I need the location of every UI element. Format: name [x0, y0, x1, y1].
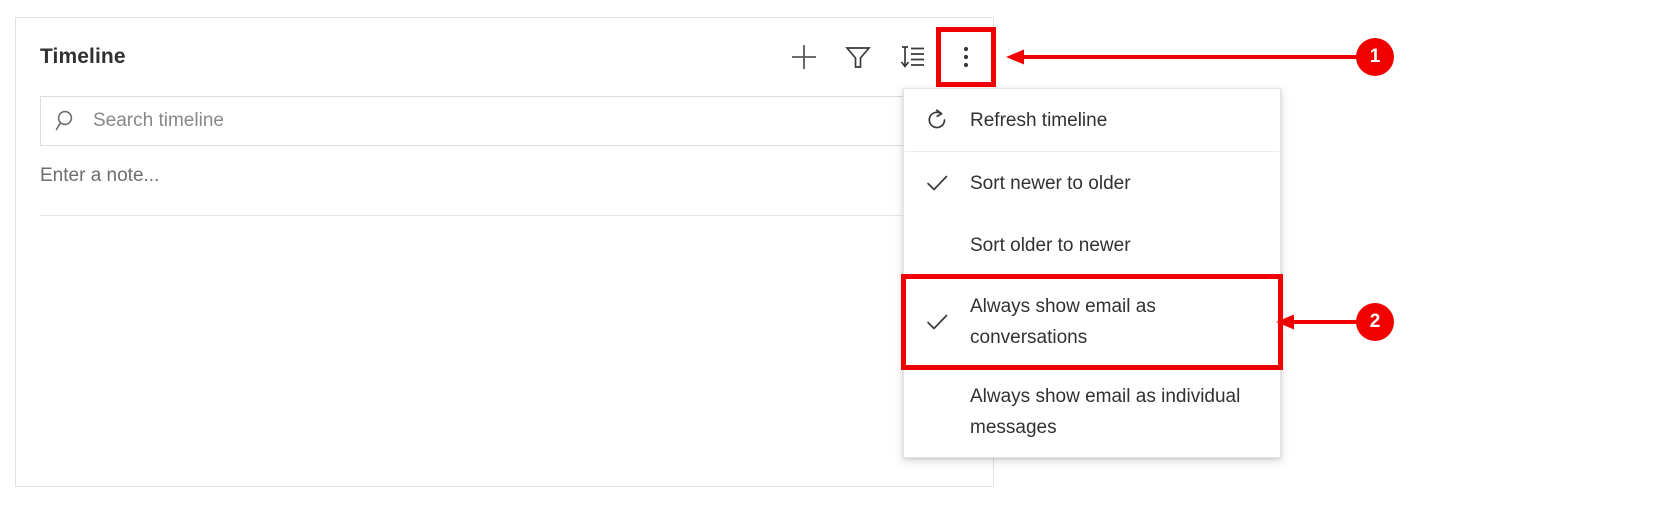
- more-options-button[interactable]: [936, 26, 996, 87]
- timeline-header: Timeline: [16, 18, 996, 95]
- enter-note-row[interactable]: Enter a note...: [40, 163, 955, 216]
- refresh-icon: [904, 89, 970, 151]
- search-icon: [41, 108, 93, 134]
- sort-button[interactable]: [885, 30, 939, 84]
- add-icon: [788, 41, 820, 73]
- more-options-icon: [954, 42, 978, 72]
- menu-item-label: Refresh timeline: [970, 109, 1108, 131]
- menu-item-always-show-email-as-conversations[interactable]: Always show email as conversations: [901, 274, 1283, 370]
- check-icon: [904, 277, 970, 367]
- menu-item-sort-newer-to-older[interactable]: Sort newer to older: [904, 152, 1280, 214]
- menu-item-label: Sort newer to older: [970, 172, 1131, 194]
- search-input[interactable]: [93, 97, 954, 145]
- filter-icon: [843, 42, 873, 72]
- search-timeline-box[interactable]: [40, 96, 955, 146]
- filter-button[interactable]: [831, 30, 885, 84]
- menu-item-refresh-timeline[interactable]: Refresh timeline: [904, 89, 1280, 151]
- more-options-menu: Refresh timeline Sort newer to older Sor…: [901, 88, 1283, 458]
- page-title: Timeline: [40, 44, 126, 68]
- menu-item-no-icon: [904, 214, 970, 276]
- menu-item-label: Always show email as individual messages: [970, 386, 1241, 438]
- check-icon: [904, 152, 970, 214]
- menu-item-no-icon: [904, 367, 970, 457]
- timeline-toolbar: [777, 18, 996, 95]
- annotation-badge-1: 1: [1356, 38, 1394, 76]
- timeline-panel: Timeline Search timeline Enter a note...: [15, 17, 996, 487]
- menu-item-label: Always show email as conversations: [970, 296, 1156, 348]
- menu-item-label: Sort older to newer: [970, 234, 1131, 256]
- menu-item-sort-older-to-newer[interactable]: Sort older to newer: [904, 214, 1280, 276]
- sort-icon: [897, 42, 927, 72]
- annotation-badge-2: 2: [1356, 303, 1394, 341]
- note-placeholder: Enter a note...: [40, 165, 160, 186]
- annotation-arrow-1: [1006, 49, 1360, 65]
- add-record-button[interactable]: [777, 30, 831, 84]
- menu-item-always-show-email-as-individual-messages[interactable]: Always show email as individual messages: [904, 367, 1280, 457]
